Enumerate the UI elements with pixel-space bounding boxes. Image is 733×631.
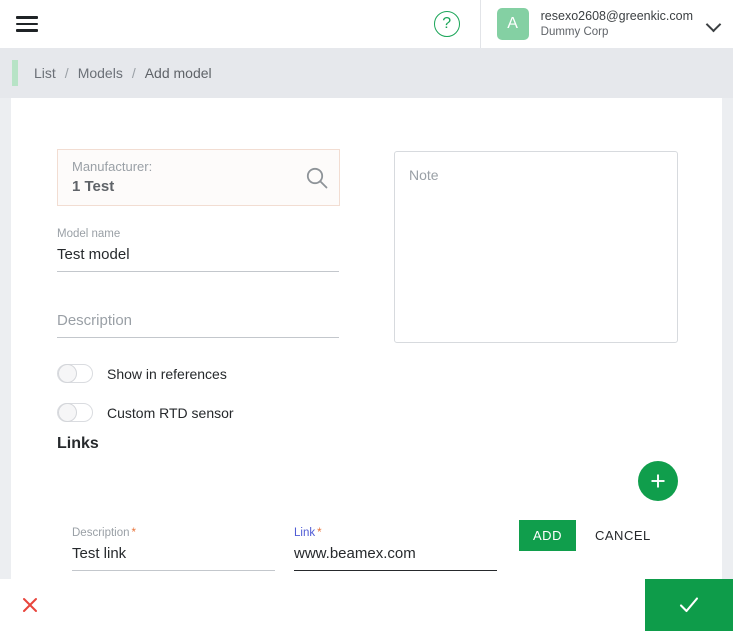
model-name-field[interactable]: Model name Test model [57,226,339,272]
plus-icon [651,474,665,488]
breadcrumb-separator: / [131,65,136,81]
help-circle-icon[interactable]: ? [433,11,460,37]
breadcrumb-item-add-model: Add model [144,65,212,81]
description-input[interactable]: Description [57,308,339,333]
description-underline [57,336,339,338]
top-bar: ? A resexo2608@greenkic.com Dummy Corp [0,0,733,48]
link-url-field[interactable]: Link * www.beamex.com [294,525,497,572]
manufacturer-value: 1 Test [72,177,115,195]
user-account-menu[interactable]: A resexo2608@greenkic.com Dummy Corp [481,0,733,48]
help-glyph: ? [442,15,452,32]
manufacturer-field[interactable]: Manufacturer: 1 Test [57,149,340,206]
toggle-custom-rtd-sensor[interactable]: Custom RTD sensor [57,403,234,422]
breadcrumb-bar: List / Models / Add model [0,48,733,98]
breadcrumb-accent-bar [12,60,18,86]
manufacturer-texts: Manufacturer: 1 Test [58,158,295,197]
app-window: ? A resexo2608@greenkic.com Dummy Corp L… [0,0,733,631]
note-field[interactable]: Note [394,151,678,343]
avatar: A [496,8,529,40]
content-card: Manufacturer: 1 Test Model name Test mod… [11,98,722,579]
close-x-icon[interactable] [4,579,56,631]
link-url-label-text: Link [294,527,316,539]
hamburger-bar [16,16,38,19]
user-info: resexo2608@greenkic.com Dummy Corp [541,9,693,38]
confirm-save-button[interactable] [645,579,733,631]
search-icon[interactable] [295,165,339,191]
link-description-label: Description * [72,525,275,541]
breadcrumb-item-list[interactable]: List [34,65,56,81]
toggle-label: Show in references [107,365,227,382]
link-description-underline [72,569,275,571]
toggle-label: Custom RTD sensor [107,404,234,421]
description-field[interactable]: Description [57,308,339,338]
note-placeholder: Note [409,167,439,183]
link-url-underline [294,569,497,572]
bottom-action-bar [0,579,733,631]
required-marker: * [131,527,137,539]
avatar-initial: A [507,15,518,32]
user-email: resexo2608@greenkic.com [540,9,693,24]
add-link-button[interactable]: ADD [519,520,576,551]
checkmark-icon [679,597,699,613]
link-description-label-text: Description [72,527,130,539]
cancel-link-button[interactable]: CANCEL [589,520,657,551]
hamburger-bar [16,22,38,26]
manufacturer-label: Manufacturer: [72,158,153,174]
breadcrumb: List / Models / Add model [34,65,212,81]
model-name-underline [57,270,339,272]
link-url-label: Link * [294,525,497,541]
toggle-show-in-references[interactable]: Show in references [57,364,227,383]
hamburger-menu-icon[interactable] [5,0,49,48]
breadcrumb-separator: / [64,65,69,81]
toggle-switch[interactable] [57,403,93,422]
toggle-knob [58,364,77,383]
model-name-input[interactable]: Test model [57,242,339,267]
hamburger-bar [16,29,38,32]
user-organization: Dummy Corp [540,25,609,38]
links-section-heading: Links [57,435,99,452]
required-marker: * [317,527,322,539]
link-description-field[interactable]: Description * Test link [72,525,275,571]
link-url-input[interactable]: www.beamex.com [294,541,497,566]
link-description-input[interactable]: Test link [72,541,275,566]
breadcrumb-item-models[interactable]: Models [78,65,123,81]
toggle-switch[interactable] [57,364,93,383]
chevron-down-icon[interactable] [707,17,721,31]
add-link-fab[interactable] [638,461,678,501]
model-name-label: Model name [57,228,121,240]
toggle-knob [58,403,77,422]
